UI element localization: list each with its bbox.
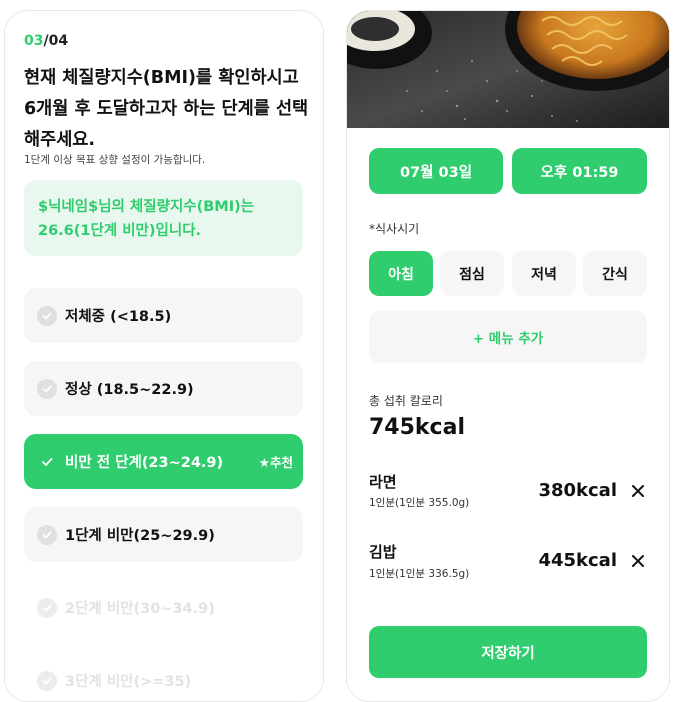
step-total: /04 (43, 33, 69, 49)
tab-dinner[interactable]: 저녁 (512, 251, 576, 296)
meal-log-card: 07월 03일 오후 01:59 *식사시기 아침 점심 저녁 간식 + 메뉴 … (346, 10, 670, 702)
date-button[interactable]: 07월 03일 (369, 148, 503, 194)
step-current: 03 (24, 33, 44, 49)
hint-text: 1단계 이상 목표 상향 설정이 가능합니다. (24, 154, 206, 166)
time-label: 오후 01:59 (540, 164, 619, 181)
food-serving: 1인분(1인분 336.5g) (369, 568, 470, 580)
tab-lunch[interactable]: 점심 (440, 251, 504, 296)
option-label: 3단계 비만(>=35) (65, 674, 192, 690)
option-normal[interactable]: 정상 (18.5~22.9) (24, 361, 303, 416)
tab-label: 점심 (459, 266, 485, 283)
check-circle-icon (37, 597, 57, 618)
total-calorie-label: 총 섭취 칼로리 (369, 394, 443, 408)
food-name: 김밥 (369, 543, 397, 561)
tab-label: 저녁 (531, 266, 557, 283)
option-obese-2: 2단계 비만(30~34.9) (24, 580, 303, 635)
save-label: 저장하기 (481, 645, 535, 662)
check-circle-icon (37, 378, 57, 399)
food-kcal: 380kcal (538, 480, 617, 501)
option-underweight[interactable]: 저체중 (<18.5) (24, 288, 303, 343)
option-label: 비만 전 단계(23~24.9) (65, 455, 224, 471)
check-circle-icon (37, 670, 57, 691)
option-obese-3: 3단계 비만(>=35) (24, 653, 303, 701)
tab-label: 아침 (388, 266, 414, 283)
food-name: 라면 (369, 473, 397, 491)
food-serving: 1인분(1인분 355.0g) (369, 497, 470, 509)
option-label: 2단계 비만(30~34.9) (65, 601, 215, 617)
star-icon: ★ (258, 455, 270, 470)
tab-breakfast[interactable]: 아침 (369, 251, 433, 296)
option-label: 정상 (18.5~22.9) (65, 382, 194, 398)
step-indicator: 03/04 (24, 33, 68, 49)
option-label: 1단계 비만(25~29.9) (65, 528, 215, 544)
food-kcal: 445kcal (538, 550, 617, 571)
save-button[interactable]: 저장하기 (369, 626, 647, 678)
check-circle-icon (37, 524, 57, 545)
bmi-goal-card: 03/04 현재 체질량지수(BMI)를 확인하시고 6개월 후 도달하고자 하… (4, 10, 324, 702)
recommend-badge: ★추천 (259, 452, 293, 471)
add-menu-label: + 메뉴 추가 (472, 331, 544, 347)
close-icon[interactable] (629, 482, 647, 500)
option-obese-1[interactable]: 1단계 비만(25~29.9) (24, 507, 303, 562)
check-circle-icon (37, 305, 57, 326)
bmi-info-box: $닉네임$님의 체질량지수(BMI)는 26.6(1단계 비만)입니다. (24, 180, 303, 256)
total-calorie-value: 745kcal (369, 415, 465, 440)
check-icon (37, 452, 57, 472)
time-button[interactable]: 오후 01:59 (512, 148, 647, 194)
option-label: 저체중 (<18.5) (65, 309, 172, 325)
tab-label: 간식 (602, 266, 628, 283)
option-pre-obese[interactable]: 비만 전 단계(23~24.9) ★추천 (24, 434, 303, 489)
add-menu-button[interactable]: + 메뉴 추가 (369, 311, 647, 363)
tab-snack[interactable]: 간식 (583, 251, 647, 296)
date-label: 07월 03일 (399, 164, 473, 181)
food-photo (347, 11, 669, 128)
meal-time-label: *식사시기 (369, 222, 420, 236)
close-icon[interactable] (629, 552, 647, 570)
page-title: 현재 체질량지수(BMI)를 확인하시고 6개월 후 도달하고자 하는 단계를 … (24, 68, 309, 150)
recommend-label: 추천 (269, 455, 293, 470)
